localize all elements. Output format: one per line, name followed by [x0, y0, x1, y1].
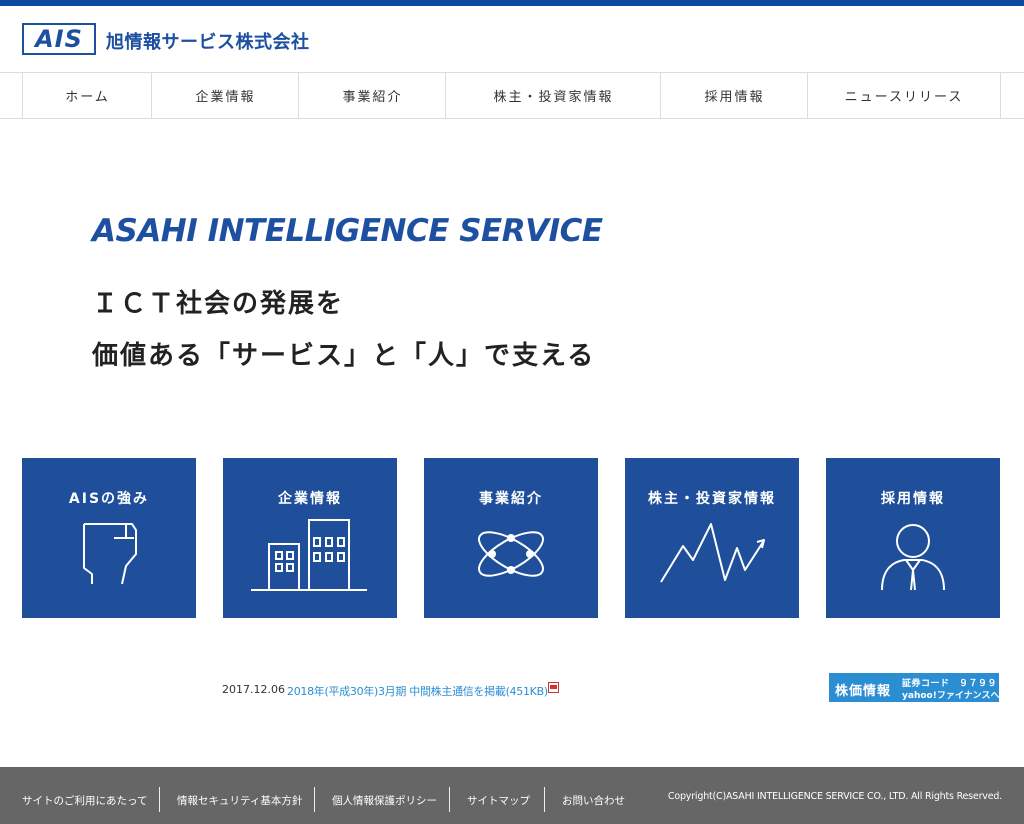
ais-logo[interactable]: AIS [22, 23, 96, 55]
footer-link-contact[interactable]: お問い合わせ [562, 793, 625, 808]
hero-tagline-line2: 価値ある「サービス」と「人」で支える [92, 341, 596, 371]
tile-business[interactable]: 事業紹介 [424, 458, 598, 618]
pdf-icon[interactable] [548, 682, 559, 693]
footer-link-privacy[interactable]: 個人情報保護ポリシー [332, 793, 437, 808]
tile-ais-strengths[interactable]: AISの強み [22, 458, 196, 618]
main-nav: ホーム 企業情報 事業紹介 株主・投資家情報 採用情報 ニュースリリース [0, 72, 1024, 119]
hero-english-title: ASAHI INTELLIGENCE SERVICE [92, 213, 603, 249]
nav-item-news[interactable]: ニュースリリース [807, 73, 1001, 118]
copyright-text: Copyright(C)ASAHI INTELLIGENCE SERVICE C… [667, 791, 1002, 802]
buildings-icon [251, 519, 367, 591]
nav-item-home[interactable]: ホーム [22, 73, 152, 118]
person-icon [881, 524, 945, 591]
company-name[interactable]: 旭情報サービス株式会社 [106, 28, 310, 54]
site-header: AIS 旭情報サービス株式会社 [0, 6, 1024, 72]
footer-link-sitemap[interactable]: サイトマップ [467, 793, 530, 808]
stock-banner-title: 株価情報 [835, 684, 892, 699]
footer-divider [314, 787, 315, 812]
tile-recruit[interactable]: 採用情報 [826, 458, 1000, 618]
news-date: 2017.12.06 [222, 683, 285, 696]
footer-divider [159, 787, 160, 812]
hero-tagline-line1: ＩＣＴ社会の発展を [92, 289, 345, 319]
footer-divider [544, 787, 545, 812]
network-icon [478, 531, 544, 577]
stock-info-banner[interactable]: 株価情報 証券コード ９７９９ yahoo!ファイナンスへ [829, 673, 999, 702]
site-footer: サイトのご利用にあたって 情報セキュリティ基本方針 個人情報保護ポリシー サイト… [0, 767, 1024, 824]
stock-yahoo-line: yahoo!ファイナンスへ [902, 691, 1000, 701]
chart-line-icon [660, 523, 765, 583]
news-link[interactable]: 2018年(平成30年)3月期 中間株主通信を掲載(451KB) [287, 683, 548, 699]
nav-item-investors[interactable]: 株主・投資家情報 [445, 73, 661, 118]
tile-company-info[interactable]: 企業情報 [223, 458, 397, 618]
tile-investors[interactable]: 株主・投資家情報 [625, 458, 799, 618]
nav-item-company[interactable]: 企業情報 [151, 73, 299, 118]
nav-item-business[interactable]: 事業紹介 [298, 73, 446, 118]
nav-item-recruit[interactable]: 採用情報 [660, 73, 808, 118]
logo-text: AIS [35, 25, 83, 53]
fist-icon [83, 523, 137, 585]
footer-link-security-policy[interactable]: 情報セキュリティ基本方針 [177, 793, 302, 808]
footer-divider [449, 787, 450, 812]
footer-link-terms[interactable]: サイトのご利用にあたって [22, 793, 147, 808]
